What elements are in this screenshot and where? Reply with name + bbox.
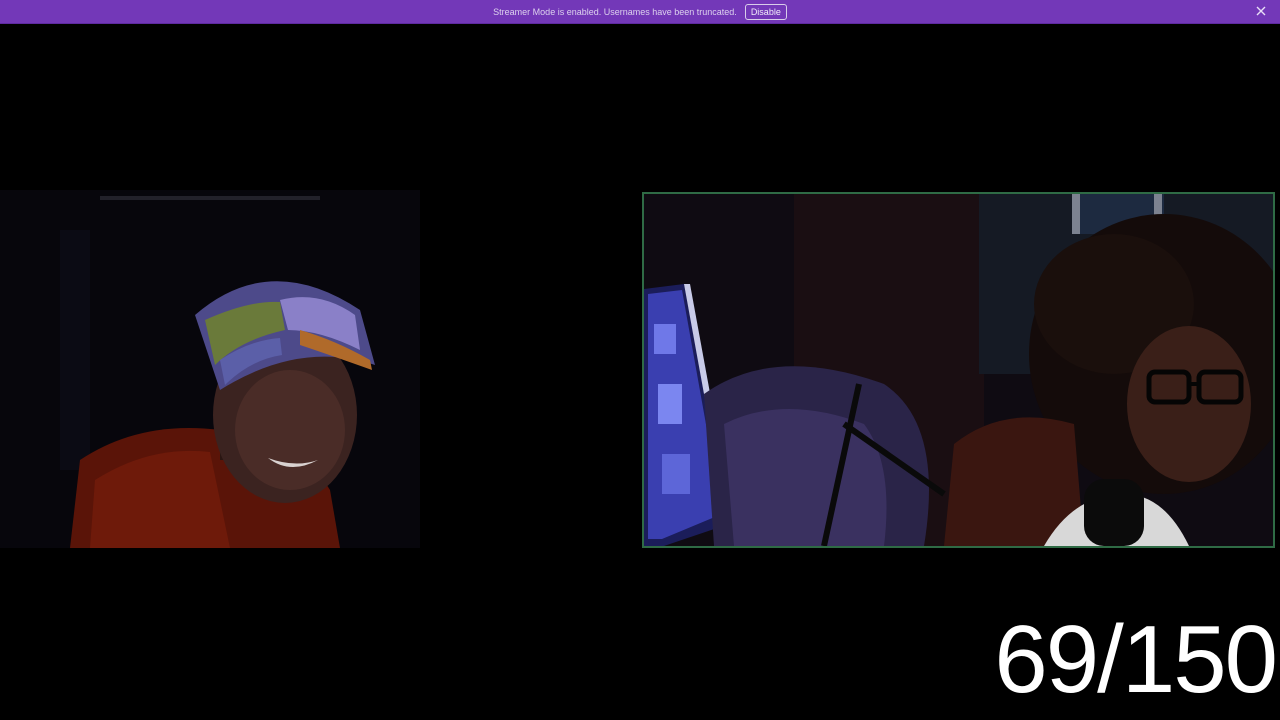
- streamer-mode-message: Streamer Mode is enabled. Usernames have…: [493, 6, 737, 17]
- video-tile-right-active-speaker[interactable]: [642, 192, 1275, 548]
- streamer-mode-banner: Streamer Mode is enabled. Usernames have…: [0, 0, 1280, 24]
- close-icon[interactable]: [1254, 4, 1268, 18]
- disable-streamer-mode-button[interactable]: Disable: [744, 3, 787, 20]
- participant-video-left: [0, 190, 640, 548]
- participant-video-right: [644, 194, 1273, 546]
- counter-text: 69/150: [994, 606, 1278, 713]
- video-tile-left[interactable]: [0, 190, 640, 548]
